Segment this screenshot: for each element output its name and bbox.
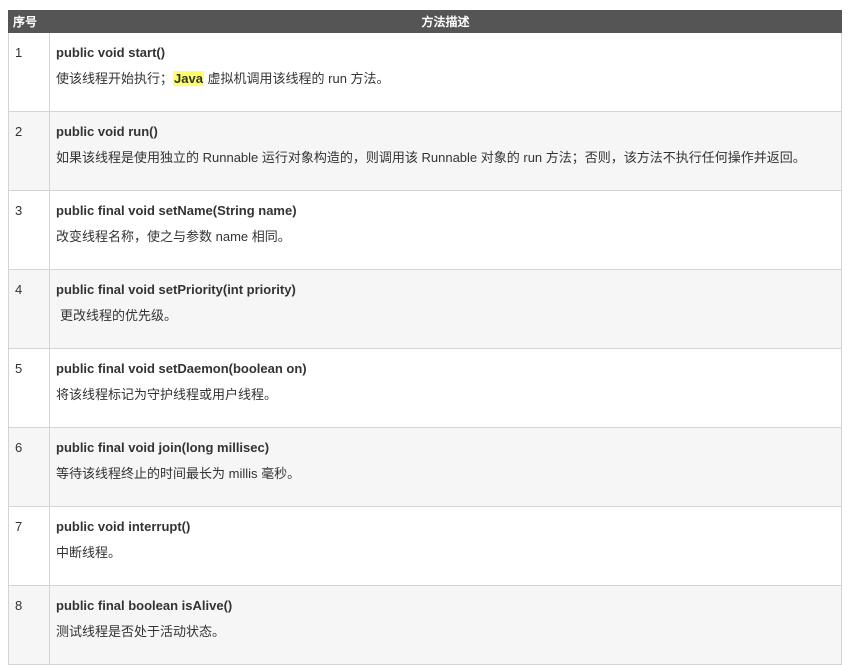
table-row: 6 public final void join(long millisec) … bbox=[8, 427, 842, 507]
table-row: 3 public final void setName(String name)… bbox=[8, 190, 842, 270]
method-text: 更改线程的优先级。 bbox=[60, 308, 178, 323]
table-header-row: 序号 方法描述 bbox=[8, 10, 842, 33]
table-row: 1 public void start() 使该线程开始执行；Java 虚拟机调… bbox=[8, 32, 842, 112]
method-text-pre: 使该线程开始执行； bbox=[56, 71, 174, 86]
row-description: public final void setDaemon(boolean on) … bbox=[49, 348, 842, 428]
row-description: public void run() 如果该线程是使用独立的 Runnable 运… bbox=[49, 111, 842, 191]
method-text: 使该线程开始执行；Java 虚拟机调用该线程的 run 方法。 bbox=[56, 71, 835, 87]
method-signature: public void interrupt() bbox=[56, 519, 191, 534]
row-number: 7 bbox=[8, 506, 50, 586]
row-number: 1 bbox=[8, 32, 50, 112]
methods-table: 序号 方法描述 1 public void start() 使该线程开始执行；J… bbox=[8, 10, 842, 665]
method-signature: public final boolean isAlive() bbox=[56, 598, 233, 613]
row-description: public final boolean isAlive() 测试线程是否处于活… bbox=[49, 585, 842, 665]
row-description: public final void setName(String name) 改… bbox=[49, 190, 842, 270]
table-row: 5 public final void setDaemon(boolean on… bbox=[8, 348, 842, 428]
java-highlight: Java bbox=[173, 71, 204, 86]
method-text: 测试线程是否处于活动状态。 bbox=[56, 624, 226, 639]
method-text: 中断线程。 bbox=[56, 545, 122, 560]
table-row: 8 public final boolean isAlive() 测试线程是否处… bbox=[8, 585, 842, 665]
row-number: 6 bbox=[8, 427, 50, 507]
method-signature: public void run() bbox=[56, 124, 158, 139]
method-signature: public final void setPriority(int priori… bbox=[56, 282, 296, 297]
method-text: 如果该线程是使用独立的 Runnable 运行对象构造的，则调用该 Runnab… bbox=[56, 150, 806, 165]
method-text: 将该线程标记为守护线程或用户线程。 bbox=[56, 387, 278, 402]
header-description: 方法描述 bbox=[49, 10, 842, 33]
row-description: public void interrupt() 中断线程。 bbox=[49, 506, 842, 586]
method-signature: public void start() bbox=[56, 45, 166, 60]
header-number: 序号 bbox=[8, 10, 50, 33]
method-signature: public final void join(long millisec) bbox=[56, 440, 270, 455]
table-row: 2 public void run() 如果该线程是使用独立的 Runnable… bbox=[8, 111, 842, 191]
row-description: public final void join(long millisec) 等待… bbox=[49, 427, 842, 507]
row-number: 4 bbox=[8, 269, 50, 349]
method-text: 改变线程名称，使之与参数 name 相同。 bbox=[56, 229, 291, 244]
method-signature: public final void setDaemon(boolean on) bbox=[56, 361, 307, 376]
row-number: 8 bbox=[8, 585, 50, 665]
row-description: public final void setPriority(int priori… bbox=[49, 269, 842, 349]
method-text-post: 虚拟机调用该线程的 run 方法。 bbox=[203, 71, 390, 86]
table-row: 4 public final void setPriority(int prio… bbox=[8, 269, 842, 349]
row-number: 2 bbox=[8, 111, 50, 191]
row-number: 3 bbox=[8, 190, 50, 270]
row-number: 5 bbox=[8, 348, 50, 428]
table-row: 7 public void interrupt() 中断线程。 bbox=[8, 506, 842, 586]
row-description: public void start() 使该线程开始执行；Java 虚拟机调用该… bbox=[49, 32, 842, 112]
method-text: 等待该线程终止的时间最长为 millis 毫秒。 bbox=[56, 466, 301, 481]
method-signature: public final void setName(String name) bbox=[56, 203, 297, 218]
